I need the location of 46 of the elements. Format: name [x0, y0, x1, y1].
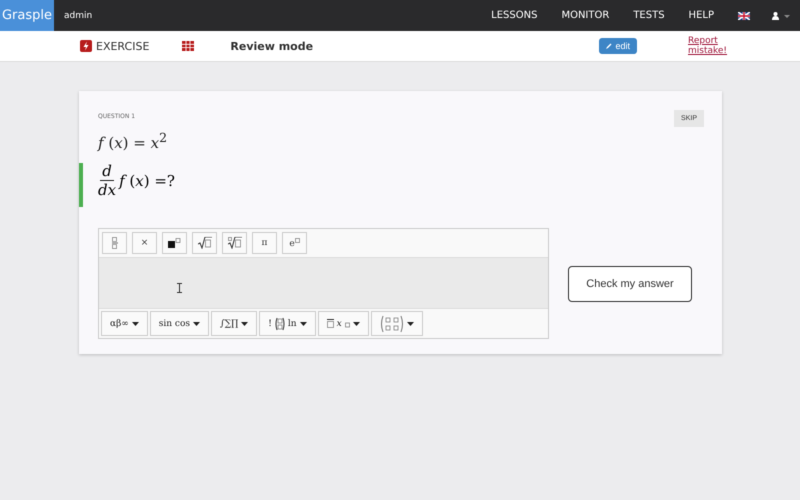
binomial-icon [274, 316, 285, 330]
symbol-menu[interactable]: x [318, 311, 369, 336]
symbol-menu[interactable]: ∫∑∏ [211, 311, 258, 336]
power-icon [168, 238, 181, 248]
symbol-menu[interactable]: αβ∞ [101, 311, 148, 336]
caret-icon [132, 322, 139, 326]
flag-icon[interactable] [738, 12, 750, 20]
pencil-icon [606, 43, 612, 49]
user-name: admin [64, 10, 94, 20]
caret-icon [406, 322, 414, 326]
fraction-icon [112, 237, 118, 249]
caret-icon [300, 322, 307, 326]
formula: f (x) = x$^{2}$ [98, 130, 168, 152]
caret-icon [241, 322, 248, 326]
overline-box-icon [326, 319, 334, 328]
nav-link[interactable]: MONITOR [561, 10, 610, 21]
toolbar-button[interactable]: e [282, 232, 307, 254]
report-link[interactable]: Report mistake! [688, 36, 728, 56]
text-cursor-icon [177, 283, 182, 293]
answer-field[interactable] [99, 257, 548, 309]
exercise-label: EXERCISE [96, 40, 150, 52]
caret-icon [193, 322, 200, 326]
user-icon[interactable] [772, 12, 790, 20]
check-answer-button[interactable]: Check my answer [568, 266, 692, 302]
nth-root-icon [228, 237, 242, 249]
toolbar-button[interactable] [192, 232, 217, 254]
symbol-menu[interactable]: ! ln [259, 311, 316, 336]
mode-label: Review mode [230, 40, 314, 52]
edit-button[interactable]: edit [599, 38, 637, 54]
symbol-menu[interactable]: sin cos [150, 311, 210, 336]
grid-icon[interactable] [182, 41, 194, 51]
formula: f (x) =? [119, 172, 175, 190]
nav-link[interactable]: TESTS [633, 10, 665, 21]
toolbar-button[interactable] [162, 232, 187, 254]
toolbar-button[interactable]: × [132, 232, 157, 254]
matrix-icon [380, 314, 404, 332]
nav-link[interactable]: HELP [688, 10, 714, 21]
toolbar-button[interactable]: π [252, 232, 277, 254]
nav-link[interactable]: LESSONS [491, 10, 538, 21]
lightning-icon [80, 40, 92, 52]
toolbar-button[interactable] [222, 232, 247, 254]
symbol-menu[interactable] [370, 311, 423, 336]
fraction: d dx [98, 162, 116, 199]
caret-icon [352, 322, 360, 326]
box-icon [294, 238, 300, 246]
square-root-icon [198, 237, 212, 249]
